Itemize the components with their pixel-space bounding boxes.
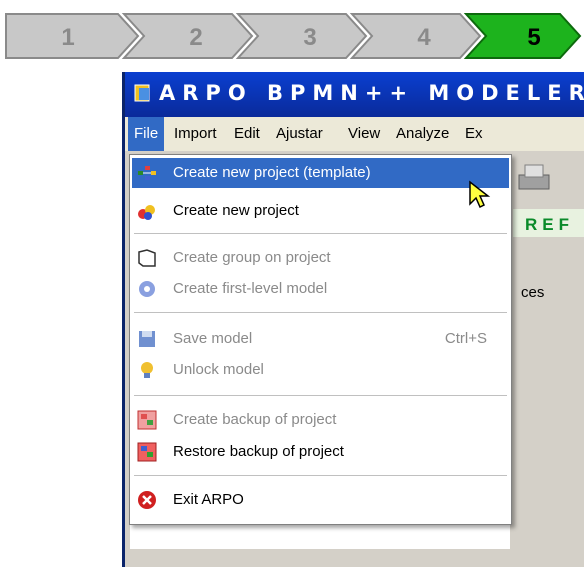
menu-item-label: Create new project <box>173 202 299 219</box>
menu-create-new-project-template[interactable]: Create new project (template) <box>132 158 509 188</box>
step-3-label: 3 <box>303 24 316 51</box>
step-5-label: 5 <box>527 24 540 51</box>
menu-separator <box>134 312 507 313</box>
step-2: 2 <box>121 13 254 59</box>
menu-item-label: Unlock model <box>173 361 264 378</box>
wizard-steps: 1 2 3 4 5 <box>0 0 584 70</box>
menu-extra[interactable]: Ex <box>459 117 489 151</box>
menu-shortcut: Ctrl+S <box>444 330 487 347</box>
step-4: 4 <box>349 13 482 59</box>
app-title: ARPO BPMN++ MODELER <box>159 81 584 105</box>
menu-create-backup-of-project[interactable]: Create backup of project <box>132 405 509 435</box>
mouse-cursor-icon <box>469 180 491 209</box>
gear-icon <box>139 281 155 297</box>
menu-separator <box>134 475 507 476</box>
step-1-label: 1 <box>61 24 74 51</box>
menu-item-label: Save model <box>173 330 253 347</box>
menu-save-model[interactable]: Save model Ctrl+S <box>132 324 509 354</box>
lightbulb-icon <box>141 362 153 378</box>
menu-analyze[interactable]: Analyze <box>390 117 455 151</box>
repository-header-text: REF <box>525 215 574 234</box>
menu-separator <box>134 233 507 234</box>
printer-icon[interactable] <box>515 161 555 197</box>
menu-separator <box>134 395 507 396</box>
menu-item-label: Create backup of project <box>173 411 337 428</box>
file-menu-dropdown: Create new project (template) Create new… <box>129 154 512 525</box>
menu-create-group-on-project[interactable]: Create group on project <box>132 243 509 273</box>
template-project-icon <box>138 166 156 180</box>
menu-create-first-level-model[interactable]: Create first-level model <box>132 274 509 304</box>
partial-text: ces <box>521 284 545 301</box>
exit-icon <box>138 491 156 509</box>
new-project-icon <box>138 205 155 220</box>
step-3: 3 <box>235 13 368 59</box>
menu-import[interactable]: Import <box>168 117 223 151</box>
menu-file[interactable]: File <box>128 117 165 151</box>
menu-item-label: Create first-level model <box>173 280 328 297</box>
step-1: 1 <box>5 13 140 59</box>
floppy-icon <box>139 331 155 347</box>
menu-item-label: Restore backup of project <box>173 443 344 460</box>
folder-icon <box>138 249 156 267</box>
menu-exit-arpo[interactable]: Exit ARPO <box>132 485 509 515</box>
menu-item-label: Create new project (template) <box>173 164 371 181</box>
menu-bar: File Import Edit Ajustar View Analyze Ex <box>125 117 584 151</box>
restore-icon <box>137 442 157 462</box>
step-2-label: 2 <box>189 24 202 51</box>
menu-ajustar[interactable]: Ajustar <box>270 117 329 151</box>
step-5-active: 5 <box>463 13 582 59</box>
backup-icon <box>137 410 157 430</box>
menu-edit[interactable]: Edit <box>228 117 266 151</box>
menu-restore-backup-of-project[interactable]: Restore backup of project <box>132 437 509 467</box>
menu-item-label: Exit ARPO <box>173 491 244 508</box>
menu-create-new-project[interactable]: Create new project <box>132 196 509 226</box>
arpo-logo-icon <box>134 84 150 102</box>
title-bar: ARPO BPMN++ MODELER <box>125 72 584 117</box>
menu-item-label: Create group on project <box>173 249 331 266</box>
menu-view[interactable]: View <box>342 117 386 151</box>
step-4-label: 4 <box>417 24 431 51</box>
menu-unlock-model[interactable]: Unlock model <box>132 355 509 385</box>
